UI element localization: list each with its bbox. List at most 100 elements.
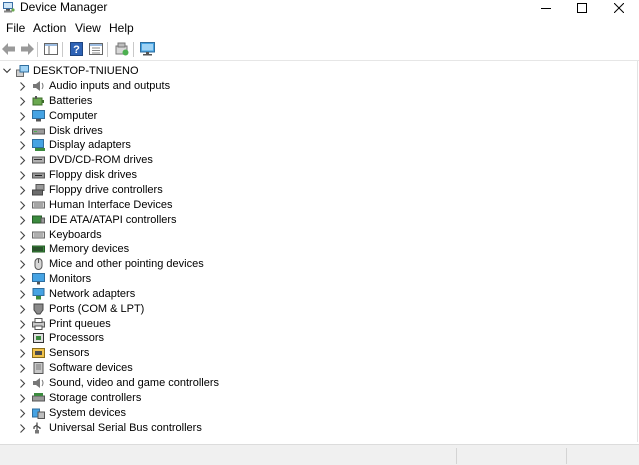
tree-category-row[interactable]: Display adapters bbox=[0, 138, 600, 153]
chevron-right-icon[interactable] bbox=[19, 111, 27, 121]
speaker-icon bbox=[32, 80, 45, 92]
monitor-icon bbox=[32, 273, 45, 285]
tree-category-row[interactable]: Disk drives bbox=[0, 124, 600, 139]
chevron-right-icon[interactable] bbox=[19, 200, 27, 210]
tree-category-row[interactable]: Mice and other pointing devices bbox=[0, 257, 600, 272]
software-device-icon bbox=[32, 362, 45, 374]
chevron-right-icon[interactable] bbox=[19, 289, 27, 299]
show-hide-console-tree-button[interactable] bbox=[43, 41, 59, 57]
chevron-right-icon[interactable] bbox=[19, 378, 27, 388]
chevron-right-icon[interactable] bbox=[19, 170, 27, 180]
battery-icon bbox=[32, 95, 45, 107]
tree-category-row[interactable]: Monitors bbox=[0, 272, 600, 287]
chevron-right-icon[interactable] bbox=[19, 185, 27, 195]
chevron-right-icon[interactable] bbox=[19, 348, 27, 358]
tree-category-label: Universal Serial Bus controllers bbox=[49, 422, 202, 434]
chevron-right-icon[interactable] bbox=[19, 140, 27, 150]
tree-category-row[interactable]: Processors bbox=[0, 331, 600, 346]
tree-category-row[interactable]: Network adapters bbox=[0, 287, 600, 302]
tree-category-row[interactable]: Audio inputs and outputs bbox=[0, 79, 600, 94]
chevron-right-icon[interactable] bbox=[19, 319, 27, 329]
tree-category-row[interactable]: Universal Serial Bus controllers bbox=[0, 421, 600, 436]
tree-category-row[interactable]: Ports (COM & LPT) bbox=[0, 302, 600, 317]
tree-category-label: Sound, video and game controllers bbox=[49, 377, 219, 389]
tree-category-row[interactable]: Computer bbox=[0, 109, 600, 124]
hid-icon bbox=[32, 199, 45, 211]
update-driver-button[interactable] bbox=[113, 41, 129, 57]
close-button[interactable] bbox=[601, 0, 637, 16]
tree-category-row[interactable]: Memory devices bbox=[0, 242, 600, 257]
tree-category-row[interactable]: Floppy drive controllers bbox=[0, 183, 600, 198]
tree-category-row[interactable]: Keyboards bbox=[0, 228, 600, 243]
tree-category-label: Processors bbox=[49, 332, 105, 344]
display-adapter-icon bbox=[32, 139, 45, 151]
chevron-right-icon[interactable] bbox=[19, 259, 27, 269]
chevron-right-icon[interactable] bbox=[19, 423, 27, 433]
svg-text:?: ? bbox=[73, 44, 80, 56]
chevron-right-icon[interactable] bbox=[19, 230, 27, 240]
tree-category-row[interactable]: Human Interface Devices bbox=[0, 198, 600, 213]
usb-icon bbox=[32, 422, 45, 434]
tree-category-label: Batteries bbox=[49, 95, 93, 107]
chevron-right-icon[interactable] bbox=[19, 363, 27, 373]
tree-category-label: Sensors bbox=[49, 347, 90, 359]
menu-action[interactable]: Action bbox=[32, 20, 67, 36]
memory-icon bbox=[32, 243, 45, 255]
tree-category-row[interactable]: System devices bbox=[0, 406, 600, 421]
tree-category-label: Memory devices bbox=[49, 243, 130, 255]
storage-controller-icon bbox=[32, 392, 45, 404]
forward-button[interactable] bbox=[19, 41, 35, 57]
tree-category-row[interactable]: DVD/CD-ROM drives bbox=[0, 153, 600, 168]
chevron-right-icon[interactable] bbox=[19, 393, 27, 403]
tree-category-row[interactable]: Batteries bbox=[0, 94, 600, 109]
menu-view[interactable]: View bbox=[74, 20, 102, 36]
chevron-right-icon[interactable] bbox=[19, 155, 27, 165]
chevron-right-icon[interactable] bbox=[19, 274, 27, 284]
help-button[interactable]: ? bbox=[68, 41, 84, 57]
tree-category-label: DVD/CD-ROM drives bbox=[49, 154, 153, 166]
dvd-drive-icon bbox=[32, 154, 45, 166]
tree-category-label: Disk drives bbox=[49, 125, 103, 137]
details-view-button[interactable] bbox=[88, 41, 104, 57]
chevron-right-icon[interactable] bbox=[19, 96, 27, 106]
tree-category-label: Print queues bbox=[49, 318, 111, 330]
back-button[interactable] bbox=[1, 41, 17, 57]
tree-category-label: Human Interface Devices bbox=[49, 199, 173, 211]
monitor-scan-icon bbox=[139, 42, 155, 56]
chevron-right-icon[interactable] bbox=[19, 333, 27, 343]
forward-arrow-icon bbox=[21, 43, 34, 55]
close-icon bbox=[614, 3, 624, 13]
chevron-down-icon[interactable] bbox=[3, 67, 11, 75]
tree-category-row[interactable]: Sensors bbox=[0, 346, 600, 361]
tree-category-label: System devices bbox=[49, 407, 127, 419]
computer-root-icon bbox=[16, 65, 29, 77]
tree-root[interactable]: DESKTOP-TNIUENO bbox=[0, 64, 600, 79]
chevron-right-icon[interactable] bbox=[19, 81, 27, 91]
tree-category-row[interactable]: IDE ATA/ATAPI controllers bbox=[0, 213, 600, 228]
device-tree[interactable]: DESKTOP-TNIUENO Audio inputs and outputs… bbox=[0, 61, 638, 442]
tree-category-row[interactable]: Software devices bbox=[0, 361, 600, 376]
details-view-icon bbox=[89, 43, 103, 55]
toolbar-separator bbox=[62, 42, 63, 57]
floppy-controller-icon bbox=[32, 184, 45, 196]
chevron-right-icon[interactable] bbox=[19, 244, 27, 254]
chevron-right-icon[interactable] bbox=[19, 215, 27, 225]
back-arrow-icon bbox=[2, 43, 15, 55]
chevron-right-icon[interactable] bbox=[19, 408, 27, 418]
tree-category-row[interactable]: Floppy disk drives bbox=[0, 168, 600, 183]
menu-help[interactable]: Help bbox=[108, 20, 135, 36]
maximize-button[interactable] bbox=[564, 0, 600, 16]
tree-category-label: Network adapters bbox=[49, 288, 136, 300]
tree-category-row[interactable]: Storage controllers bbox=[0, 391, 600, 406]
printer-icon bbox=[32, 318, 45, 330]
tree-category-row[interactable]: Sound, video and game controllers bbox=[0, 376, 600, 391]
chevron-right-icon[interactable] bbox=[19, 304, 27, 314]
menu-file[interactable]: File bbox=[5, 20, 26, 36]
tree-category-label: Software devices bbox=[49, 362, 133, 374]
tree-category-row[interactable]: Print queues bbox=[0, 317, 600, 332]
chevron-right-icon[interactable] bbox=[19, 126, 27, 136]
minimize-button[interactable] bbox=[528, 0, 564, 16]
scan-hardware-button[interactable] bbox=[139, 41, 155, 57]
tree-category-label: Computer bbox=[49, 110, 98, 122]
update-driver-icon bbox=[115, 42, 128, 56]
